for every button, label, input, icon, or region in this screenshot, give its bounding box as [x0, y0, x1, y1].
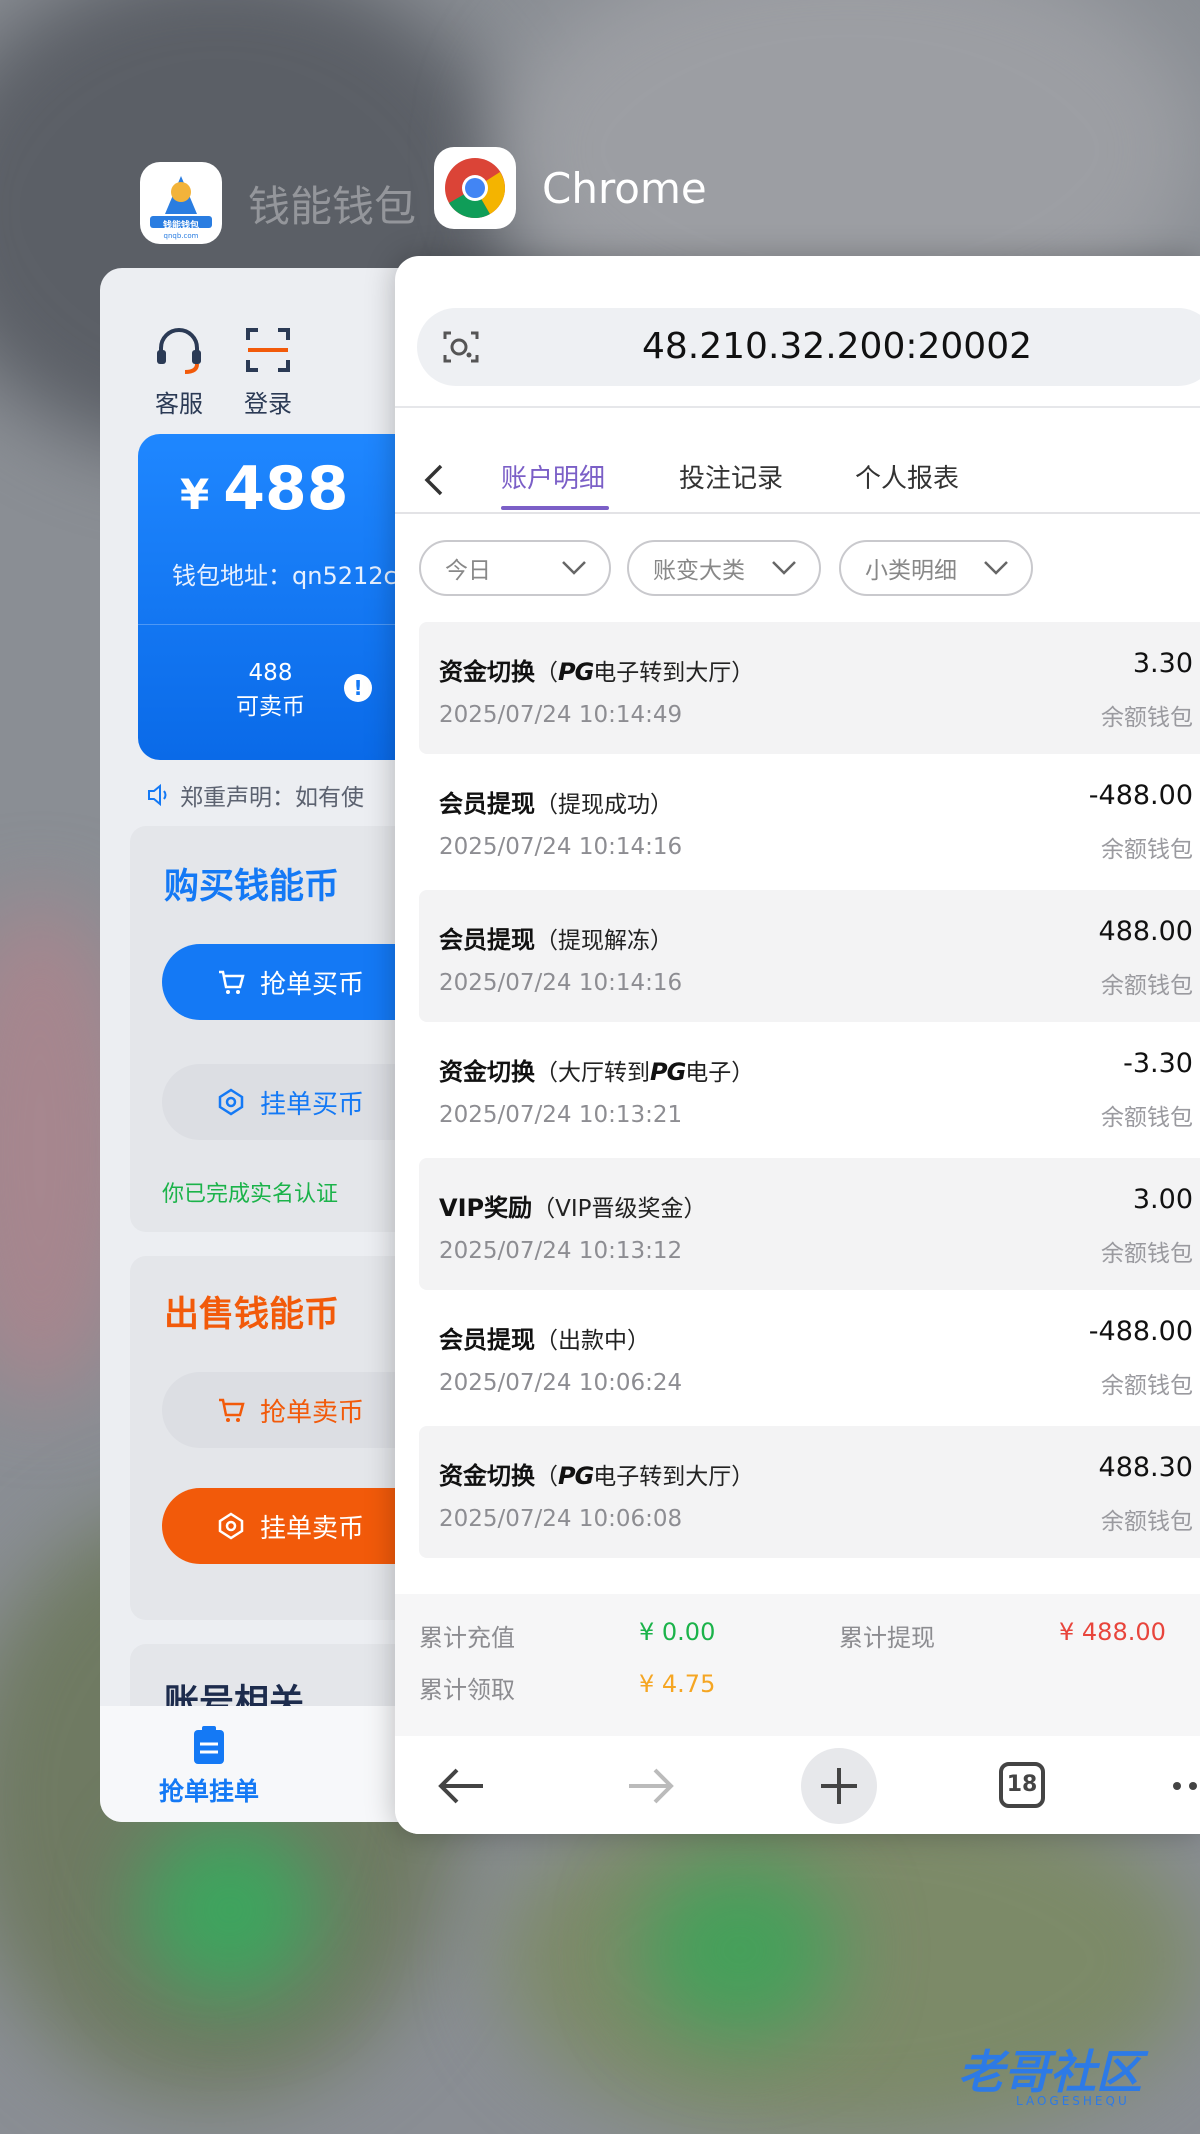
speaker-icon [148, 783, 167, 807]
watermark-logo: 老哥社区 [958, 2045, 1142, 2099]
filter-date[interactable]: 今日 [419, 540, 611, 596]
sell-title: 出售钱能币 [164, 1295, 340, 1335]
headset-icon [157, 328, 201, 374]
buy-title: 购买钱能币 [164, 867, 340, 907]
tab-account-details[interactable]: 账户明细 [501, 458, 605, 495]
tab-bet-records[interactable]: 投注记录 [679, 458, 783, 495]
wallet-icon-subtext: qnqb.com [163, 232, 199, 240]
claim-value: ¥ 4.75 [639, 1670, 716, 1698]
coin-icon [218, 1088, 244, 1116]
watermark-subtext: LAOGESHEQU [1016, 2094, 1130, 2108]
wallet-app-icon: 钱能钱包 qnqb.com [140, 162, 222, 244]
coin-icon [218, 1512, 244, 1540]
wallet-app-label[interactable]: 钱能钱包 qnqb.com 钱能钱包 [140, 162, 416, 244]
wallet-app-card[interactable]: 客服 登录 ¥488 钱包地址：qn5212c 488 可卖币 ! 郑重声明：如… [100, 268, 420, 1822]
support-button[interactable]: 客服 [144, 322, 214, 419]
cart-up-icon [219, 1398, 245, 1422]
chrome-app-name: Chrome [542, 163, 707, 213]
buy-panel: 购买钱能币 抢单买币 挂单买币 你已完成实名认证 [130, 826, 420, 1232]
transaction-row[interactable]: 资金切换（PG电子转到大厅） 2025/07/24 10:14:49 3.30 … [419, 622, 1200, 754]
clipboard-icon [194, 1726, 224, 1764]
wallet-icon-text: 钱能钱包 [162, 221, 199, 231]
tab-orders[interactable]: 抢单挂单 [144, 1724, 274, 1808]
transaction-row[interactable]: 会员提现（出款中） 2025/07/24 10:06:24 -488.00 余额… [419, 1290, 1200, 1422]
info-icon[interactable]: ! [344, 674, 372, 702]
summary-panel: 累计充值 ¥ 0.00 累计提现 ¥ 488.00 累计领取 ¥ 4.75 [395, 1594, 1200, 1736]
wallet-app-name: 钱能钱包 [248, 181, 417, 231]
more-icon[interactable] [1171, 1778, 1200, 1794]
verified-text: 你已完成实名认证 [162, 1182, 339, 1207]
scan-icon [246, 328, 290, 372]
address-bar[interactable]: 48.210.32.200:20002 [417, 308, 1200, 386]
chrome-icon [434, 147, 516, 229]
withdraw-value: ¥ 488.00 [1059, 1618, 1166, 1646]
forward-arrow-icon[interactable] [623, 1764, 679, 1808]
claim-label: 累计领取 [419, 1676, 515, 1704]
url-text[interactable]: 48.210.32.200:20002 [417, 308, 1200, 386]
chrome-app-label[interactable]: Chrome [434, 147, 707, 229]
sell-panel: 出售钱能币 抢单卖币 挂单卖币 [130, 1256, 420, 1620]
post-sell-button[interactable]: 挂单卖币 [162, 1488, 420, 1564]
new-tab-button[interactable] [801, 1748, 877, 1824]
cart-icon [219, 970, 245, 994]
transaction-row[interactable]: 资金切换（大厅转到PG电子） 2025/07/24 10:13:21 -3.30… [419, 1022, 1200, 1154]
active-tab-indicator [501, 506, 609, 510]
login-label: 登录 [244, 390, 292, 418]
withdraw-label: 累计提现 [839, 1624, 935, 1652]
tab-personal-report[interactable]: 个人报表 [855, 458, 959, 495]
filter-category[interactable]: 账变大类 [627, 540, 821, 596]
sellable-coins: 488 可卖币 [236, 660, 305, 720]
filter-subcategory[interactable]: 小类明细 [839, 540, 1033, 596]
chevron-down-icon [562, 561, 586, 575]
back-arrow-icon[interactable] [433, 1764, 489, 1808]
deposit-value: ¥ 0.00 [639, 1618, 716, 1646]
plus-icon [821, 1768, 857, 1804]
transaction-row[interactable]: 会员提现（提现成功） 2025/07/24 10:14:16 -488.00 余… [419, 754, 1200, 886]
tab-switcher-button[interactable]: 18 [999, 1762, 1045, 1808]
back-chevron-icon[interactable] [421, 460, 447, 500]
transaction-row[interactable]: 资金切换（PG电子转到大厅） 2025/07/24 10:06:08 488.3… [419, 1426, 1200, 1558]
post-buy-button[interactable]: 挂单买币 [162, 1064, 420, 1140]
wallet-address: 钱包地址：qn5212c [172, 562, 397, 590]
balance-amount: ¥488 [180, 454, 349, 524]
grab-sell-button[interactable]: 抢单卖币 [162, 1372, 420, 1448]
support-label: 客服 [155, 390, 203, 418]
chrome-app-card[interactable]: 48.210.32.200:20002 账户明细 投注记录 个人报表 今日 账变… [395, 256, 1200, 1834]
transaction-row[interactable]: VIP奖励（VIP晋级奖金） 2025/07/24 10:13:12 3.00 … [419, 1158, 1200, 1290]
wallet-tab-bar: 抢单挂单 [100, 1706, 420, 1822]
deposit-label: 累计充值 [419, 1624, 515, 1652]
grab-buy-button[interactable]: 抢单买币 [162, 944, 420, 1020]
login-button[interactable]: 登录 [233, 322, 303, 419]
chevron-down-icon [984, 561, 1008, 575]
browser-toolbar: 18 [395, 1738, 1200, 1834]
notice-banner: 郑重声明：如有使 [146, 778, 364, 812]
balance-card: ¥488 钱包地址：qn5212c 488 可卖币 ! [138, 434, 420, 760]
transaction-row[interactable]: 会员提现（提现解冻） 2025/07/24 10:14:16 488.00 余额… [419, 890, 1200, 1022]
chevron-down-icon [772, 561, 796, 575]
